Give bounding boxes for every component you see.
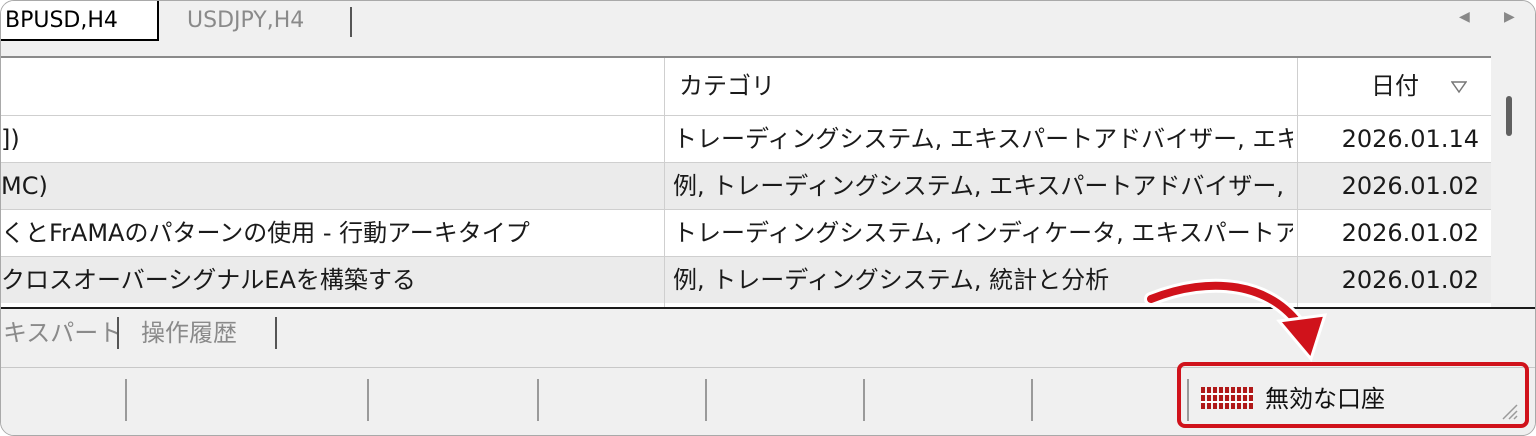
article-name: ]) (1, 125, 20, 153)
article-date: 2026.01.02 (1341, 172, 1479, 200)
articles-table: カテゴリ 日付 ]) トレーディングシステム, エキスパートアドバイザー, エキ… (1, 56, 1491, 307)
tab-separator (117, 317, 119, 349)
tab-separator (350, 7, 352, 37)
status-divider (537, 379, 539, 421)
status-divider (125, 379, 127, 421)
sort-down-icon (1451, 81, 1467, 94)
table-row[interactable]: ]) トレーディングシステム, エキスパートアドバイザー, エキス・.. 202… (1, 115, 1491, 162)
tab-separator (275, 317, 277, 349)
table-row[interactable]: くとFrAMAのパターンの使用 - 行動アーキタイプ トレーディングシステム, … (1, 209, 1491, 256)
header-date[interactable]: 日付 (1371, 58, 1419, 114)
article-category: トレーディングシステム, インディケータ, エキスパートアドバ・.. (673, 219, 1293, 247)
tab-expert[interactable]: キスパート (3, 311, 122, 355)
vertical-scrollbar[interactable] (1491, 58, 1535, 305)
article-name: MC) (1, 172, 48, 200)
article-date: 2026.01.14 (1341, 125, 1479, 153)
column-divider[interactable] (1297, 58, 1298, 307)
arrow-left-icon[interactable]: ◀ (1459, 9, 1470, 25)
header-category[interactable]: カテゴリ (679, 58, 775, 114)
status-divider (863, 379, 865, 421)
article-name: クロスオーバーシグナルEAを構築する (1, 266, 416, 294)
status-divider (1031, 379, 1033, 421)
chart-tab-bar: BPUSD,H4 USDJPY,H4 ◀ ▶ (1, 1, 1535, 45)
callout-arrow-icon (1144, 278, 1328, 363)
table-row[interactable]: MC) 例, トレーディングシステム, エキスパートアドバイザー, エキ... … (1, 162, 1491, 209)
arrow-right-icon[interactable]: ▶ (1504, 9, 1515, 25)
terminal-window: BPUSD,H4 USDJPY,H4 ◀ ▶ カテゴリ 日付 ]) トレーディン… (0, 0, 1536, 436)
article-category: 例, トレーディングシステム, エキスパートアドバイザー, エキ... (673, 172, 1293, 200)
status-divider (367, 379, 369, 421)
column-divider[interactable] (664, 58, 665, 307)
article-category: トレーディングシステム, エキスパートアドバイザー, エキス・.. (673, 125, 1293, 153)
status-divider (705, 379, 707, 421)
scrollbar-thumb[interactable] (1506, 96, 1512, 136)
tab-usdjpy-h4[interactable]: USDJPY,H4 (187, 1, 304, 41)
article-name: くとFrAMAのパターンの使用 - 行動アーキタイプ (1, 219, 530, 247)
tab-journal[interactable]: 操作履歴 (141, 311, 237, 355)
tab-gbpusd-h4[interactable]: BPUSD,H4 (1, 1, 159, 41)
table-header: カテゴリ 日付 (1, 58, 1491, 114)
article-date: 2026.01.02 (1341, 219, 1479, 247)
